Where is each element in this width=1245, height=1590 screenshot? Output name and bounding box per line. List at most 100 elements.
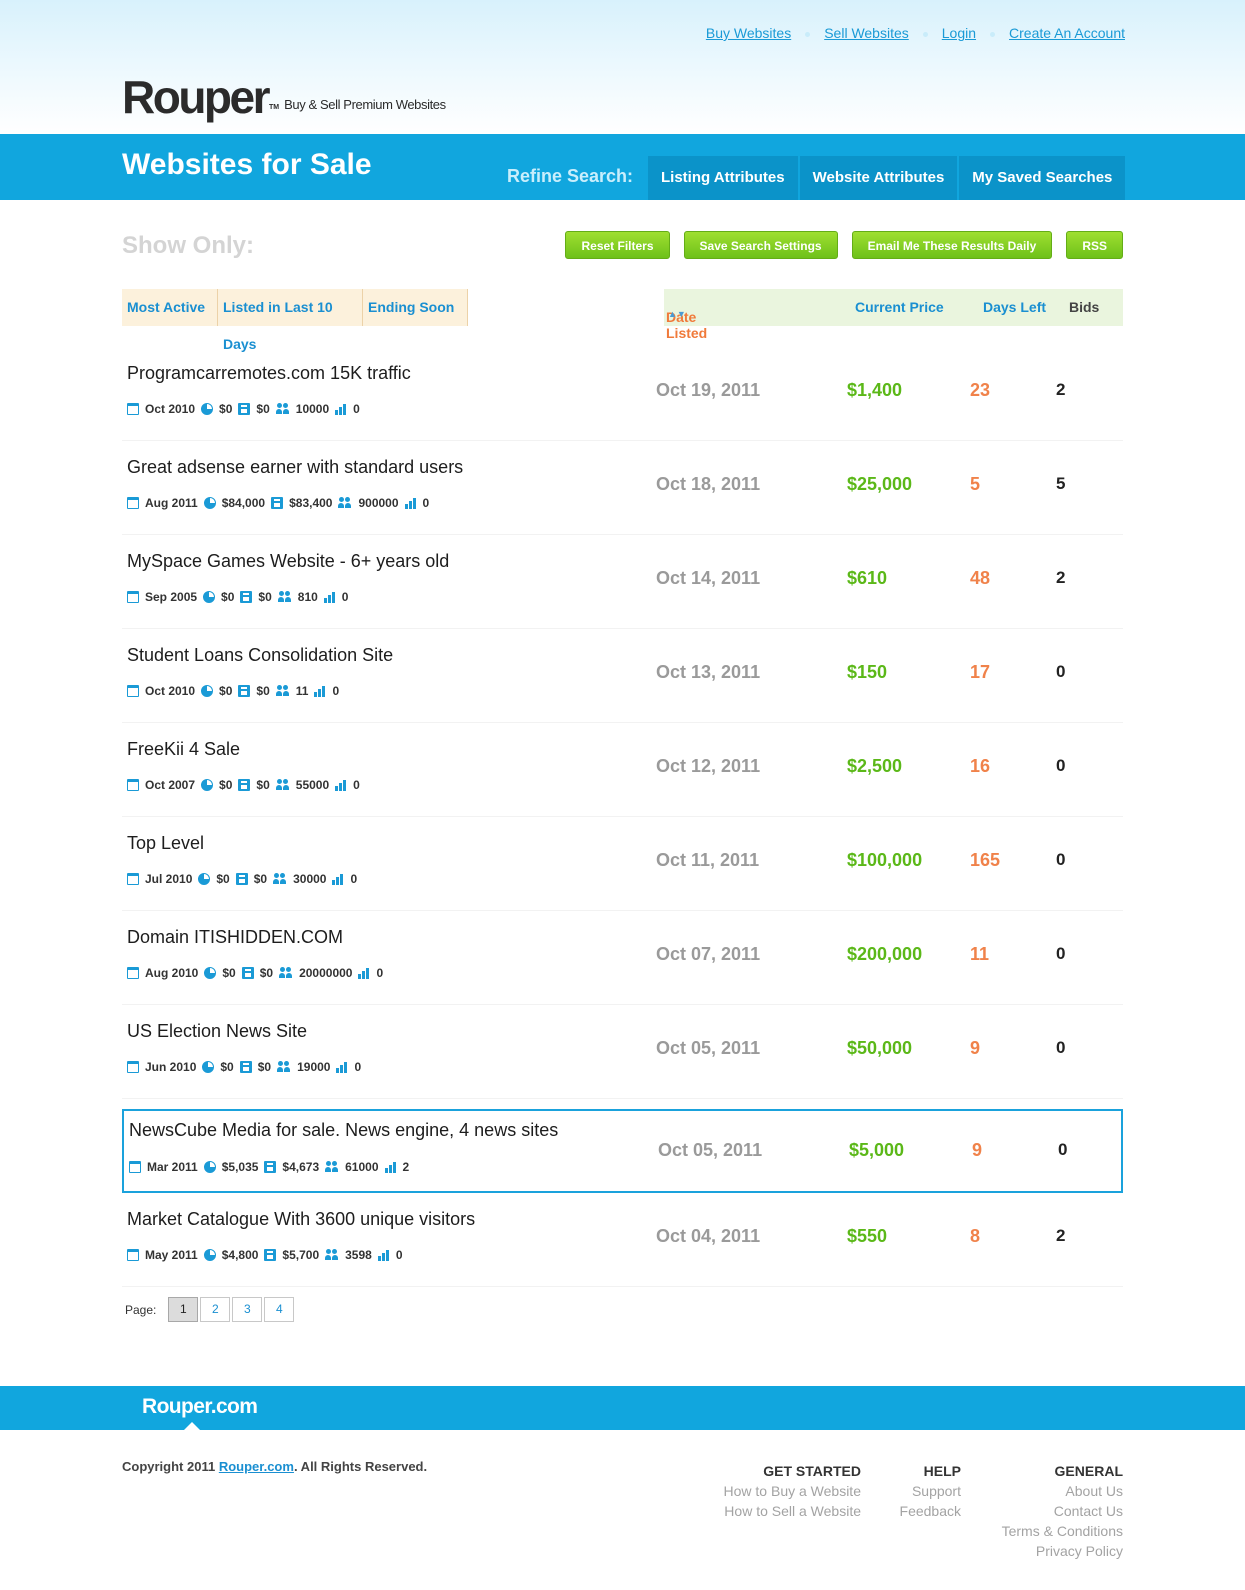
- listing-row[interactable]: Programcarremotes.com 15K traffic Oct 20…: [122, 347, 1123, 441]
- site-header: Buy Websites Sell Websites Login Create …: [0, 0, 1245, 134]
- reset-filters-button[interactable]: Reset Filters: [565, 231, 670, 259]
- bar-chart-icon: [358, 967, 370, 979]
- contact-us-link[interactable]: Contact Us: [1002, 1501, 1123, 1521]
- page-1-button[interactable]: 1: [168, 1297, 199, 1322]
- feedback-link[interactable]: Feedback: [900, 1501, 961, 1521]
- page-4-button[interactable]: 4: [264, 1297, 295, 1322]
- sell-websites-link[interactable]: Sell Websites: [824, 25, 909, 41]
- listing-meta: Jun 2010 $0 $0 19000 0: [127, 1060, 367, 1074]
- revenue-value: $0: [219, 684, 233, 698]
- listing-title[interactable]: NewsCube Media for sale. News engine, 4 …: [129, 1120, 558, 1141]
- privacy-policy-link[interactable]: Privacy Policy: [1002, 1541, 1123, 1561]
- support-link[interactable]: Support: [900, 1481, 961, 1501]
- listing-title[interactable]: Great adsense earner with standard users: [127, 457, 463, 478]
- create-account-link[interactable]: Create An Account: [1009, 25, 1125, 41]
- column-headers: Date Listed ▲▼ Current Price Days Left Bi…: [664, 289, 1123, 341]
- days-left: 48: [970, 568, 991, 588]
- how-to-buy-link[interactable]: How to Buy a Website: [724, 1481, 861, 1501]
- filter-listed-last-10-days[interactable]: Listed in Last 10 Days: [218, 289, 363, 352]
- established-value: Oct 2010: [145, 402, 196, 416]
- days-left: 5: [970, 474, 981, 494]
- pagination: Page: 1 2 3 4: [125, 1297, 296, 1322]
- calendar-icon: [127, 591, 139, 603]
- top-nav: Buy Websites Sell Websites Login Create …: [706, 25, 1125, 41]
- bid-count: 0: [1056, 1038, 1066, 1057]
- login-link[interactable]: Login: [942, 25, 976, 41]
- tab-website-attributes[interactable]: Website Attributes: [799, 156, 958, 200]
- filter-ending-soon[interactable]: Ending Soon: [363, 289, 468, 326]
- sort-current-price[interactable]: Current Price: [855, 299, 944, 315]
- listing-row[interactable]: NewsCube Media for sale. News engine, 4 …: [122, 1109, 1123, 1193]
- pagerank-value: 0: [354, 1060, 362, 1074]
- listing-title[interactable]: US Election News Site: [127, 1021, 307, 1042]
- listing-title[interactable]: Domain ITISHIDDEN.COM: [127, 927, 343, 948]
- bid-count: 2: [1056, 568, 1066, 587]
- copyright-suffix: . All Rights Reserved.: [293, 1459, 428, 1474]
- listing-row[interactable]: Top Level Jul 2010 $0 $0 30000 0 Oct 11,…: [122, 817, 1123, 911]
- calendar-icon: [129, 1161, 141, 1173]
- revenue-value: $0: [219, 402, 233, 416]
- listing-meta: Oct 2007 $0 $0 55000 0: [127, 778, 366, 792]
- tab-listing-attributes[interactable]: Listing Attributes: [648, 156, 798, 200]
- terms-link[interactable]: Terms & Conditions: [1002, 1521, 1123, 1541]
- revenue-value: $0: [219, 778, 233, 792]
- listing-row[interactable]: Domain ITISHIDDEN.COM Aug 2010 $0 $0 200…: [122, 911, 1123, 1005]
- listing-title[interactable]: Top Level: [127, 833, 204, 854]
- page-2-button[interactable]: 2: [200, 1297, 231, 1322]
- bid-count: 0: [1056, 850, 1066, 869]
- established-value: Jul 2010: [145, 872, 193, 886]
- revenue-value: $84,000: [221, 496, 266, 510]
- revenue-pie-icon: [204, 967, 217, 979]
- revenue-pie-icon: [198, 873, 211, 885]
- profit-value: $0: [256, 778, 270, 792]
- days-left: 9: [970, 1038, 981, 1058]
- bar-chart-icon: [404, 497, 417, 509]
- listing-meta: Sep 2005 $0 $0 810 0: [127, 590, 354, 604]
- profit-value: $83,400: [289, 496, 333, 510]
- listing-row[interactable]: Student Loans Consolidation Site Oct 201…: [122, 629, 1123, 723]
- save-search-settings-button[interactable]: Save Search Settings: [683, 231, 838, 259]
- listing-title[interactable]: MySpace Games Website - 6+ years old: [127, 551, 449, 572]
- calendar-icon: [127, 967, 139, 979]
- bar-chart-icon: [314, 685, 326, 697]
- logo-wordmark: Rouper: [122, 71, 271, 123]
- filter-most-active[interactable]: Most Active: [122, 289, 218, 326]
- listing-row[interactable]: US Election News Site Jun 2010 $0 $0 190…: [122, 1005, 1123, 1099]
- revenue-pie-icon: [203, 591, 216, 603]
- bar-chart-icon: [384, 1161, 397, 1173]
- revenue-pie-icon: [203, 497, 216, 509]
- calculator-icon: [264, 1161, 277, 1173]
- footer-logo[interactable]: Rouper.com: [142, 1395, 258, 1419]
- profit-value: $0: [253, 872, 268, 886]
- email-results-daily-button[interactable]: Email Me These Results Daily: [851, 231, 1053, 259]
- listing-title[interactable]: Market Catalogue With 3600 unique visito…: [127, 1209, 475, 1230]
- users-icon: [277, 591, 292, 603]
- visitors-value: 810: [297, 590, 318, 604]
- buy-websites-link[interactable]: Buy Websites: [706, 25, 791, 41]
- sort-days-left[interactable]: Days Left: [983, 299, 1046, 315]
- listing-meta: Aug 2010 $0 $0 20000000 0: [127, 966, 389, 980]
- bar-chart-icon: [377, 1249, 390, 1261]
- how-to-sell-link[interactable]: How to Sell a Website: [724, 1501, 861, 1521]
- site-logo[interactable]: Rouper TM Buy & Sell Premium Websites: [122, 74, 446, 120]
- about-us-link[interactable]: About Us: [1002, 1481, 1123, 1501]
- copyright-link[interactable]: Rouper.com: [219, 1459, 294, 1474]
- listing-title[interactable]: FreeKii 4 Sale: [127, 739, 240, 760]
- title-bar: Websites for Sale Refine Search: Listing…: [0, 134, 1245, 200]
- rss-button[interactable]: RSS: [1066, 231, 1123, 259]
- listing-row[interactable]: Great adsense earner with standard users…: [122, 441, 1123, 535]
- logo-tagline: Buy & Sell Premium Websites: [284, 97, 446, 112]
- current-price: $100,000: [847, 850, 923, 870]
- users-icon: [279, 967, 293, 979]
- page-3-button[interactable]: 3: [232, 1297, 263, 1322]
- revenue-pie-icon: [203, 1249, 216, 1261]
- listing-title[interactable]: Programcarremotes.com 15K traffic: [127, 363, 411, 384]
- profit-value: $4,673: [282, 1160, 320, 1174]
- pagerank-value: 0: [332, 684, 340, 698]
- users-icon: [275, 779, 290, 791]
- listing-row[interactable]: FreeKii 4 Sale Oct 2007 $0 $0 55000 0 Oc…: [122, 723, 1123, 817]
- listing-row[interactable]: MySpace Games Website - 6+ years old Sep…: [122, 535, 1123, 629]
- listing-title[interactable]: Student Loans Consolidation Site: [127, 645, 393, 666]
- tab-my-saved-searches[interactable]: My Saved Searches: [959, 156, 1126, 200]
- listing-row[interactable]: Market Catalogue With 3600 unique visito…: [122, 1193, 1123, 1287]
